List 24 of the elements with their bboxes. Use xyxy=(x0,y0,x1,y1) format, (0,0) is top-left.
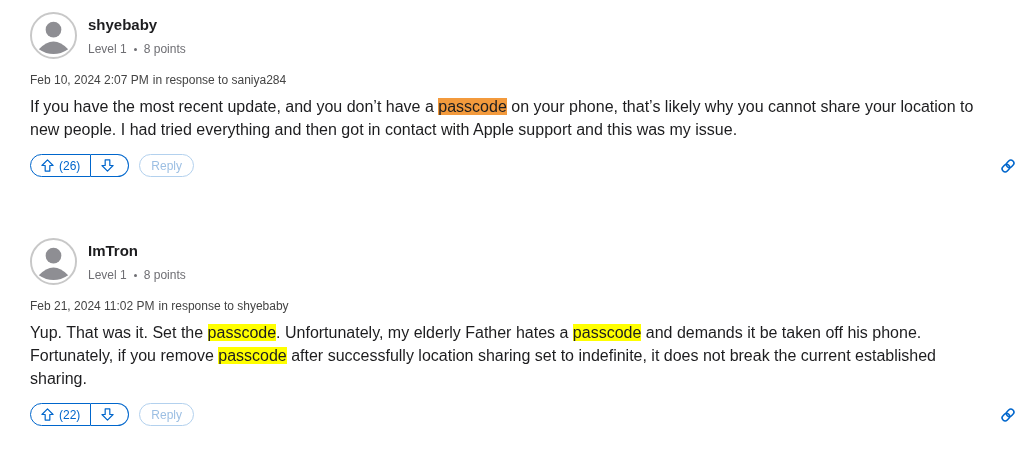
link-icon[interactable] xyxy=(1000,406,1016,423)
user-level: Level 1 xyxy=(88,42,127,56)
post-text: Yup. That was it. Set the passcode. Unfortunately, my elderly Father hates a passcode and demands it be taken off his phone. Fortunately, if you remove passcode after successfully location sharing set to indefinite, it does not break the current established sharing. xyxy=(30,323,937,389)
user-points: 8 points xyxy=(143,268,186,282)
response-to: in response to saniya284 xyxy=(152,73,287,87)
user-level: Level 1 xyxy=(88,268,127,282)
link-icon[interactable] xyxy=(1000,157,1016,174)
author-name[interactable]: ImTron xyxy=(88,242,186,259)
avatar-icon xyxy=(30,12,77,59)
upvote-button[interactable]: (26) xyxy=(30,154,92,177)
upvote-button[interactable]: (22) xyxy=(30,403,92,426)
post-date: Feb 10, 2024 2:07 PM xyxy=(30,73,149,87)
user-points: 8 points xyxy=(143,42,186,56)
response-to: in response to shyebaby xyxy=(158,299,289,313)
downvote-button[interactable] xyxy=(91,154,130,177)
avatar-icon xyxy=(30,238,77,285)
post-date: Feb 21, 2024 11:02 PM xyxy=(30,299,155,313)
post-text: If you have the most recent update, and you don’t have a passcode on your phone, that’s likely why you cannot share your location to new people. I had tried everything and then got in contact with Apple support and this was my issue. xyxy=(30,97,975,140)
down-arrow-icon xyxy=(101,408,115,421)
downvote-button[interactable] xyxy=(91,403,130,426)
down-arrow-icon xyxy=(101,159,115,172)
author-name[interactable]: shyebaby xyxy=(88,16,186,33)
up-arrow-icon xyxy=(41,408,54,421)
up-arrow-icon xyxy=(41,159,54,172)
